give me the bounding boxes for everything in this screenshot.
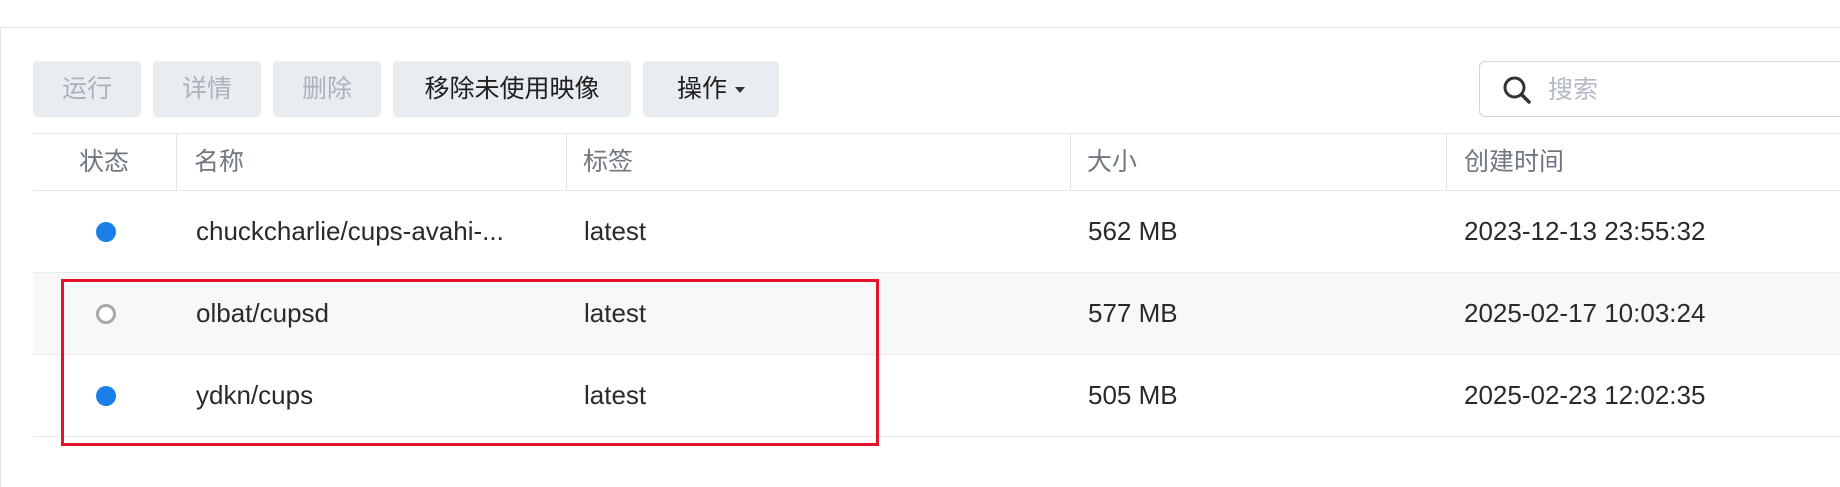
image-created: 2025-02-17 10:03:24 [1464,298,1706,328]
search-input[interactable] [1546,70,1840,110]
header-created[interactable]: 创建时间 [1446,134,1840,190]
image-created: 2023-12-13 23:55:32 [1464,216,1706,246]
header-name[interactable]: 名称 [176,134,566,190]
actions-dropdown-button[interactable]: 操作 [643,61,779,117]
status-running-icon [96,386,116,406]
search-box[interactable] [1479,61,1840,117]
image-size: 577 MB [1088,298,1178,328]
table-header: 状态 名称 标签 大小 创建时间 [33,133,1840,191]
header-tag[interactable]: 标签 [566,134,1070,190]
image-tag: latest [584,298,647,328]
table-row[interactable]: olbat/cupsd latest 577 MB 2025-02-17 10:… [33,273,1840,355]
image-tag: latest [584,380,647,410]
image-tag: latest [584,216,647,246]
status-stopped-icon [96,304,116,324]
images-table: 状态 名称 标签 大小 创建时间 chuckcharlie/cups-avahi… [33,133,1840,437]
search-icon [1503,76,1531,104]
run-button[interactable]: 运行 [33,61,141,117]
table-row[interactable]: ydkn/cups latest 505 MB 2025-02-23 12:02… [33,355,1840,437]
actions-label: 操作 [676,75,727,103]
table-row[interactable]: chuckcharlie/cups-avahi-... latest 562 M… [33,191,1840,273]
image-name: ydkn/cups [196,380,314,410]
image-size: 562 MB [1088,216,1178,246]
header-size[interactable]: 大小 [1070,134,1446,190]
image-size: 505 MB [1088,380,1178,410]
status-running-icon [96,222,116,242]
image-name: chuckcharlie/cups-avahi-... [196,216,504,246]
delete-button[interactable]: 删除 [273,61,381,117]
image-created: 2025-02-23 12:02:35 [1464,380,1706,410]
chevron-down-icon [735,87,745,94]
details-button[interactable]: 详情 [153,61,261,117]
image-name: olbat/cupsd [196,298,329,328]
remove-unused-images-button[interactable]: 移除未使用映像 [393,61,631,117]
